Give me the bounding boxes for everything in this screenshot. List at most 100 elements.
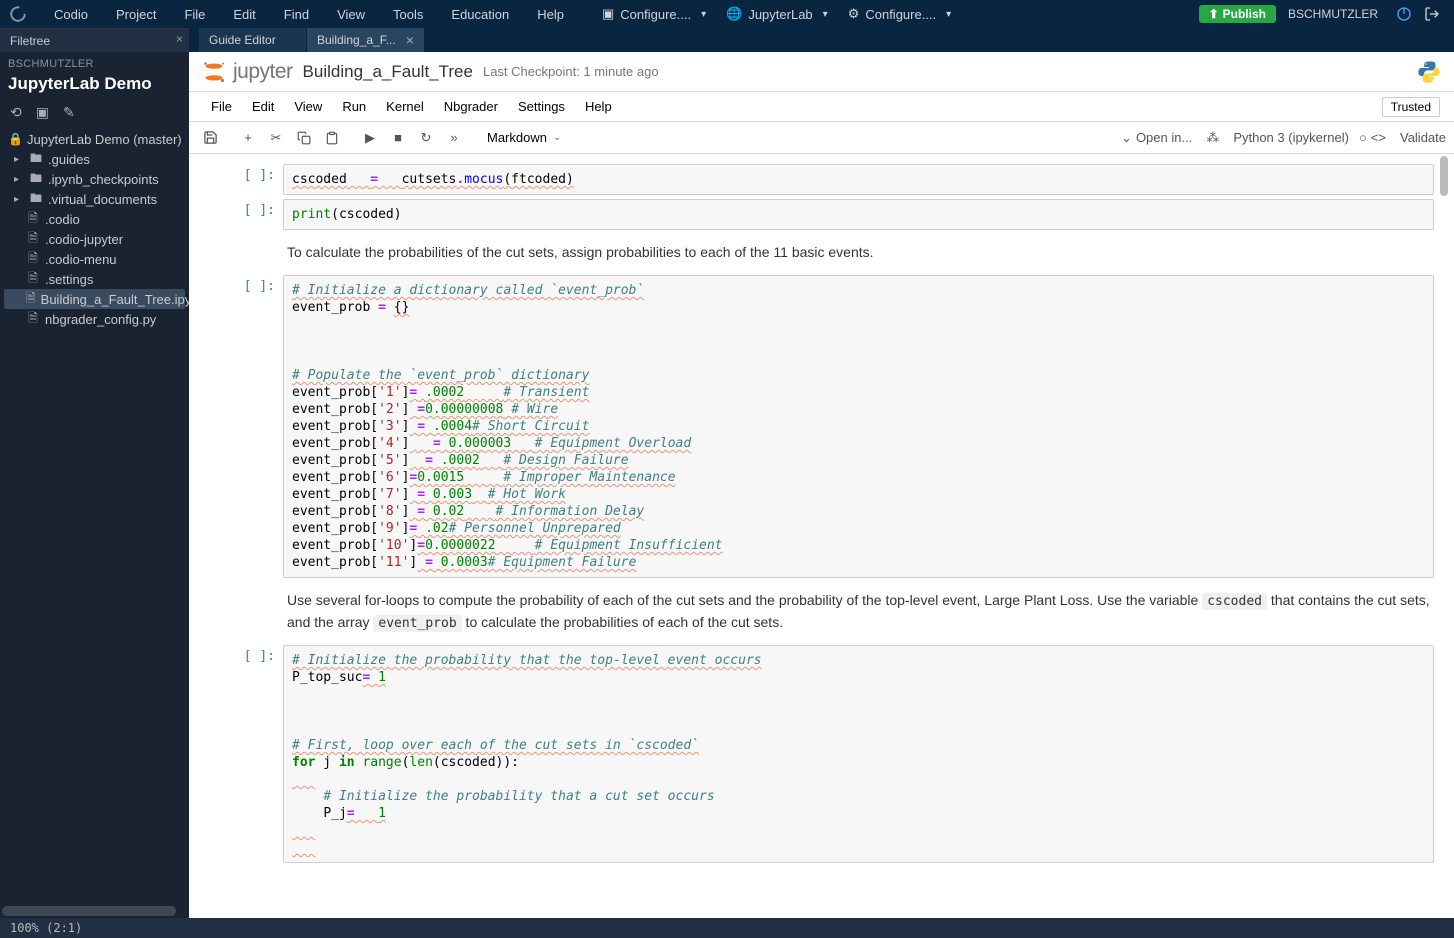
menu-tools[interactable]: Tools bbox=[379, 0, 437, 28]
kernel-link-icon: <> bbox=[1371, 130, 1386, 145]
filetree-file-building-fault-tree[interactable]: 🗎 Building_a_Fault_Tree.ipynb bbox=[4, 289, 185, 309]
file-icon: 🗎 bbox=[26, 249, 40, 270]
menu-help[interactable]: Help bbox=[523, 0, 578, 28]
filetree-file-codio[interactable]: 🗎 .codio bbox=[4, 209, 185, 229]
publish-button[interactable]: ⬆ Publish bbox=[1199, 5, 1276, 23]
globe-icon: 🌐 bbox=[726, 6, 742, 22]
cell-prompt: [ ]: bbox=[219, 275, 283, 578]
cell-type-select[interactable]: Markdown ⌄ bbox=[479, 130, 569, 145]
save-icon[interactable] bbox=[197, 125, 223, 151]
file-icon: 🗎 bbox=[26, 309, 40, 330]
upload-icon: ⬆ bbox=[1209, 7, 1219, 21]
jup-menu-run[interactable]: Run bbox=[332, 92, 376, 122]
power-icon[interactable] bbox=[1390, 0, 1418, 28]
status-bar: 100% (2:1) bbox=[0, 918, 1454, 938]
markdown-cell[interactable]: . Use several for-loops to compute the p… bbox=[219, 582, 1434, 641]
menu-find[interactable]: Find bbox=[270, 0, 323, 28]
jup-menu-file[interactable]: File bbox=[201, 92, 242, 122]
notebook-name[interactable]: Building_a_Fault_Tree bbox=[303, 62, 473, 82]
markdown-output: To calculate the probabilities of the cu… bbox=[283, 234, 1434, 271]
jup-menu-edit[interactable]: Edit bbox=[242, 92, 284, 122]
filetree-folder-virtualdocs[interactable]: ▸ 🖿 .virtual_documents bbox=[4, 189, 185, 209]
stop-icon[interactable]: ■ bbox=[385, 125, 411, 151]
code-cell[interactable]: [ ]: # Initialize the probability that t… bbox=[219, 645, 1434, 863]
menu-edit[interactable]: Edit bbox=[219, 0, 269, 28]
cut-icon[interactable]: ✂ bbox=[263, 125, 289, 151]
markdown-cell[interactable]: . To calculate the probabilities of the … bbox=[219, 234, 1434, 271]
sidebar-tab-filetree[interactable]: Filetree × bbox=[0, 28, 189, 52]
run-jupyterlab[interactable]: 🌐 JupyterLab ▾ bbox=[716, 0, 838, 28]
jup-menu-help[interactable]: Help bbox=[575, 92, 622, 122]
cell-prompt: [ ]: bbox=[219, 199, 283, 230]
current-user: BSCHMUTZLER bbox=[1276, 7, 1390, 21]
sidebar-scrollbar[interactable] bbox=[2, 906, 176, 916]
jup-menu-view[interactable]: View bbox=[284, 92, 332, 122]
chevron-down-icon: ▾ bbox=[701, 9, 706, 20]
code-cell[interactable]: [ ]: # Initialize a dictionary called `e… bbox=[219, 275, 1434, 578]
window-icon[interactable]: ▣ bbox=[36, 104, 49, 121]
validate-button[interactable]: Validate bbox=[1400, 130, 1446, 145]
kernel-indicator[interactable]: ⁂ bbox=[1206, 130, 1219, 146]
file-icon: 🗎 bbox=[26, 209, 40, 230]
close-icon[interactable]: × bbox=[406, 32, 414, 48]
bug-icon: ⁂ bbox=[1206, 130, 1219, 146]
file-icon: 🗎 bbox=[26, 289, 36, 310]
chevron-right-icon: ▸ bbox=[14, 154, 24, 165]
code-input[interactable]: print(cscoded) bbox=[283, 199, 1434, 230]
menu-project[interactable]: Project bbox=[102, 0, 170, 28]
copy-icon[interactable] bbox=[291, 125, 317, 151]
filetree-file-codio-jupyter[interactable]: 🗎 .codio-jupyter bbox=[4, 229, 185, 249]
refresh-icon[interactable]: ⟲ bbox=[10, 104, 22, 121]
run-configure-1[interactable]: ▣ Configure.... ▾ bbox=[592, 0, 716, 28]
filetree-file-codio-menu[interactable]: 🗎 .codio-menu bbox=[4, 249, 185, 269]
close-icon[interactable]: × bbox=[176, 32, 183, 46]
filetree-root[interactable]: 🔒 JupyterLab Demo (master) bbox=[4, 129, 185, 149]
sidebar-user: BSCHMUTZLER bbox=[8, 58, 181, 70]
open-in-dropdown[interactable]: ⌄ Open in... bbox=[1121, 130, 1192, 146]
folder-icon: 🖿 bbox=[29, 189, 43, 210]
markdown-output: Use several for-loops to compute the pro… bbox=[283, 582, 1434, 641]
run-configure-2[interactable]: ⚙ Configure.... ▾ bbox=[838, 0, 962, 28]
sidebar-project-name: JupyterLab Demo bbox=[8, 74, 181, 94]
folder-icon: 🖿 bbox=[29, 169, 43, 190]
filetree-file-settings[interactable]: 🗎 .settings bbox=[4, 269, 185, 289]
file-icon: 🗎 bbox=[26, 229, 40, 250]
run-icon[interactable]: ▶ bbox=[357, 125, 383, 151]
code-cell[interactable]: [ ]: print(cscoded) bbox=[219, 199, 1434, 230]
codio-logo-icon bbox=[8, 4, 28, 24]
logout-icon[interactable] bbox=[1418, 0, 1446, 28]
filetree-folder-checkpoints[interactable]: ▸ 🖿 .ipynb_checkpoints bbox=[4, 169, 185, 189]
jup-menu-nbgrader[interactable]: Nbgrader bbox=[434, 92, 508, 122]
chevron-down-icon: ⌄ bbox=[553, 132, 561, 143]
menu-education[interactable]: Education bbox=[437, 0, 523, 28]
restart-icon[interactable]: ↻ bbox=[413, 125, 439, 151]
menu-view[interactable]: View bbox=[323, 0, 379, 28]
tab-building-fault-tree[interactable]: Building_a_F... × bbox=[307, 28, 425, 52]
code-input[interactable]: cscoded = cutsets.mocus(ftcoded) bbox=[283, 164, 1434, 195]
checkpoint-label: Last Checkpoint: 1 minute ago bbox=[483, 64, 659, 79]
filetree-file-nbgrader-config[interactable]: 🗎 nbgrader_config.py bbox=[4, 309, 185, 329]
add-cell-icon[interactable]: + bbox=[235, 125, 261, 151]
menu-file[interactable]: File bbox=[170, 0, 219, 28]
terminal-icon: ▣ bbox=[602, 6, 614, 22]
code-input[interactable]: # Initialize a dictionary called `event_… bbox=[283, 275, 1434, 578]
code-input[interactable]: # Initialize the probability that the to… bbox=[283, 645, 1434, 863]
tab-guide-editor[interactable]: Guide Editor bbox=[199, 28, 307, 52]
cell-prompt: [ ]: bbox=[219, 645, 283, 863]
paste-icon[interactable] bbox=[319, 125, 345, 151]
file-icon: 🗎 bbox=[26, 269, 40, 290]
kernel-name[interactable]: Python 3 (ipykernel) ○ <> bbox=[1233, 130, 1386, 145]
chevron-right-icon: ▸ bbox=[14, 194, 24, 205]
jupyter-logo: jupyter bbox=[201, 59, 293, 85]
fast-forward-icon[interactable]: » bbox=[441, 125, 467, 151]
pencil-icon[interactable]: ✎ bbox=[63, 104, 75, 121]
menu-codio[interactable]: Codio bbox=[40, 0, 102, 28]
filetree-folder-guides[interactable]: ▸ 🖿 .guides bbox=[4, 149, 185, 169]
kernel-status-icon: ○ bbox=[1359, 130, 1367, 145]
lock-icon: 🔒 bbox=[8, 132, 22, 146]
notebook-scrollbar[interactable] bbox=[1440, 156, 1448, 196]
jup-menu-kernel[interactable]: Kernel bbox=[376, 92, 434, 122]
code-cell[interactable]: [ ]: cscoded = cutsets.mocus(ftcoded) bbox=[219, 164, 1434, 195]
trusted-badge[interactable]: Trusted bbox=[1382, 97, 1440, 117]
jup-menu-settings[interactable]: Settings bbox=[508, 92, 575, 122]
